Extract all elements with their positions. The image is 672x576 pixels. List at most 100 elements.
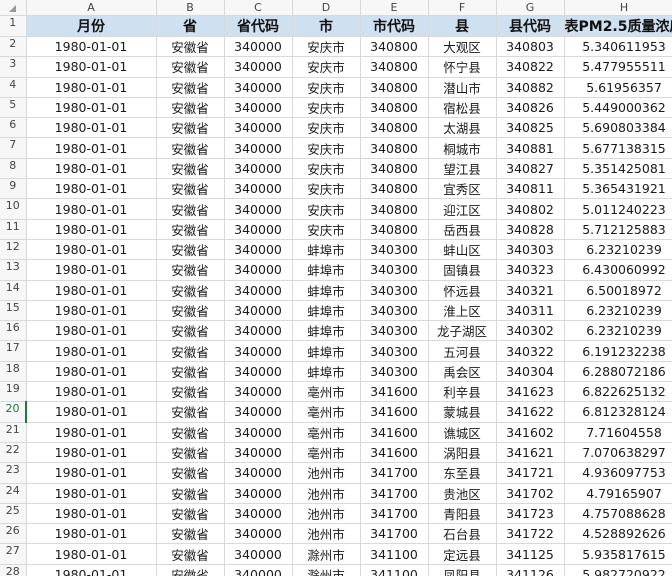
table-cell[interactable]: 340822 [496,56,565,78]
row-number[interactable]: 25 [0,503,27,525]
table-cell[interactable]: 340323 [496,259,565,281]
table-cell[interactable]: 4.528892626 [564,523,672,545]
column-header-c[interactable]: C [224,0,293,16]
row-number[interactable]: 15 [0,300,27,322]
table-cell[interactable]: 怀宁县 [428,56,497,78]
table-cell[interactable]: 蚌埠市 [292,300,361,322]
table-cell[interactable]: 池州市 [292,483,361,504]
table-cell[interactable]: 1980-01-01 [26,259,157,281]
table-cell[interactable]: 蚌埠市 [292,361,361,383]
table-cell[interactable]: 石台县 [428,523,497,545]
table-cell[interactable]: 1980-01-01 [26,401,157,423]
table-cell[interactable]: 6.288072186 [564,361,672,383]
table-cell[interactable]: 安徽省 [156,442,225,464]
row-number[interactable]: 12 [0,239,27,261]
table-cell[interactable]: 6.430060992 [564,259,672,281]
table-cell[interactable]: 蚌埠市 [292,340,361,362]
table-cell[interactable]: 谯城区 [428,422,497,443]
table-cell[interactable]: 安庆市 [292,198,361,220]
table-cell[interactable]: 4.757088628 [564,503,672,525]
table-cell[interactable]: 340000 [224,77,293,98]
table-cell[interactable]: 龙子湖区 [428,320,497,342]
table-cell[interactable]: 340000 [224,381,293,403]
table-cell[interactable]: 1980-01-01 [26,137,157,159]
table-cell[interactable]: 5.690803384 [564,117,672,139]
table-cell[interactable]: 7.070638297 [564,442,672,464]
row-number[interactable]: 13 [0,259,27,281]
table-cell[interactable]: 1980-01-01 [26,97,157,119]
table-cell[interactable]: 340803 [496,36,565,58]
table-cell[interactable]: 340000 [224,543,293,565]
table-cell[interactable]: 1980-01-01 [26,280,157,301]
table-cell[interactable]: 5.351425081 [564,158,672,180]
table-cell[interactable]: 341622 [496,401,565,423]
table-cell[interactable]: 340000 [224,239,293,261]
table-cell[interactable]: 安徽省 [156,401,225,423]
table-cell[interactable]: 5.340611953 [564,36,672,58]
table-cell[interactable]: 340300 [360,280,429,301]
table-cell[interactable]: 安徽省 [156,483,225,504]
table-cell[interactable]: 安徽省 [156,361,225,383]
table-cell[interactable]: 340000 [224,158,293,180]
table-cell[interactable]: 安庆市 [292,137,361,159]
table-cell[interactable]: 341600 [360,381,429,403]
table-cell[interactable]: 340826 [496,97,565,119]
table-cell[interactable]: 341600 [360,401,429,423]
table-cell[interactable]: 341623 [496,381,565,403]
table-cell[interactable]: 安徽省 [156,97,225,119]
table-cell[interactable]: 淮上区 [428,300,497,322]
table-cell[interactable]: 1980-01-01 [26,36,157,58]
table-cell[interactable]: 340811 [496,178,565,200]
table-cell[interactable]: 安徽省 [156,137,225,159]
table-cell[interactable]: 滁州市 [292,564,361,576]
row-number[interactable]: 27 [0,543,27,565]
table-cell[interactable]: 五河县 [428,340,497,362]
table-cell[interactable]: 6.23210239 [564,300,672,322]
table-cell[interactable]: 安庆市 [292,178,361,200]
table-cell[interactable]: 341722 [496,523,565,545]
table-cell[interactable]: 1980-01-01 [26,158,157,180]
table-cell[interactable]: 1980-01-01 [26,543,157,565]
table-cell[interactable]: 340304 [496,361,565,383]
table-cell[interactable]: 桐城市 [428,137,497,159]
table-cell[interactable]: 安徽省 [156,178,225,200]
header-cell[interactable]: 市 [292,15,361,37]
row-number[interactable]: 24 [0,483,27,504]
table-cell[interactable]: 安徽省 [156,564,225,576]
row-number[interactable]: 6 [0,117,27,139]
table-cell[interactable]: 340300 [360,320,429,342]
table-cell[interactable]: 1980-01-01 [26,320,157,342]
table-cell[interactable]: 安庆市 [292,56,361,78]
table-cell[interactable]: 340322 [496,340,565,362]
table-cell[interactable]: 6.23210239 [564,320,672,342]
table-cell[interactable]: 340000 [224,503,293,525]
row-number[interactable]: 16 [0,320,27,342]
table-cell[interactable]: 340000 [224,361,293,383]
table-cell[interactable]: 迎江区 [428,198,497,220]
header-cell[interactable]: 省 [156,15,225,37]
table-cell[interactable]: 6.23210239 [564,239,672,261]
table-cell[interactable]: 340000 [224,340,293,362]
table-cell[interactable]: 5.449000362 [564,97,672,119]
table-cell[interactable]: 340827 [496,158,565,180]
table-cell[interactable]: 宿松县 [428,97,497,119]
row-number[interactable]: 1 [0,15,27,37]
table-cell[interactable]: 340000 [224,198,293,220]
table-cell[interactable]: 亳州市 [292,442,361,464]
row-number[interactable]: 14 [0,280,27,301]
table-cell[interactable]: 禹会区 [428,361,497,383]
row-number[interactable]: 19 [0,381,27,403]
table-cell[interactable]: 贵池区 [428,483,497,504]
table-cell[interactable]: 1980-01-01 [26,483,157,504]
table-cell[interactable]: 安庆市 [292,36,361,58]
table-cell[interactable]: 1980-01-01 [26,442,157,464]
table-cell[interactable]: 1980-01-01 [26,56,157,78]
table-cell[interactable]: 341100 [360,543,429,565]
table-cell[interactable]: 341700 [360,523,429,545]
column-header-d[interactable]: D [292,0,361,16]
table-cell[interactable]: 1980-01-01 [26,219,157,240]
table-cell[interactable]: 5.982720922 [564,564,672,576]
table-cell[interactable]: 340000 [224,564,293,576]
table-cell[interactable]: 潜山市 [428,77,497,98]
table-cell[interactable]: 340000 [224,259,293,281]
